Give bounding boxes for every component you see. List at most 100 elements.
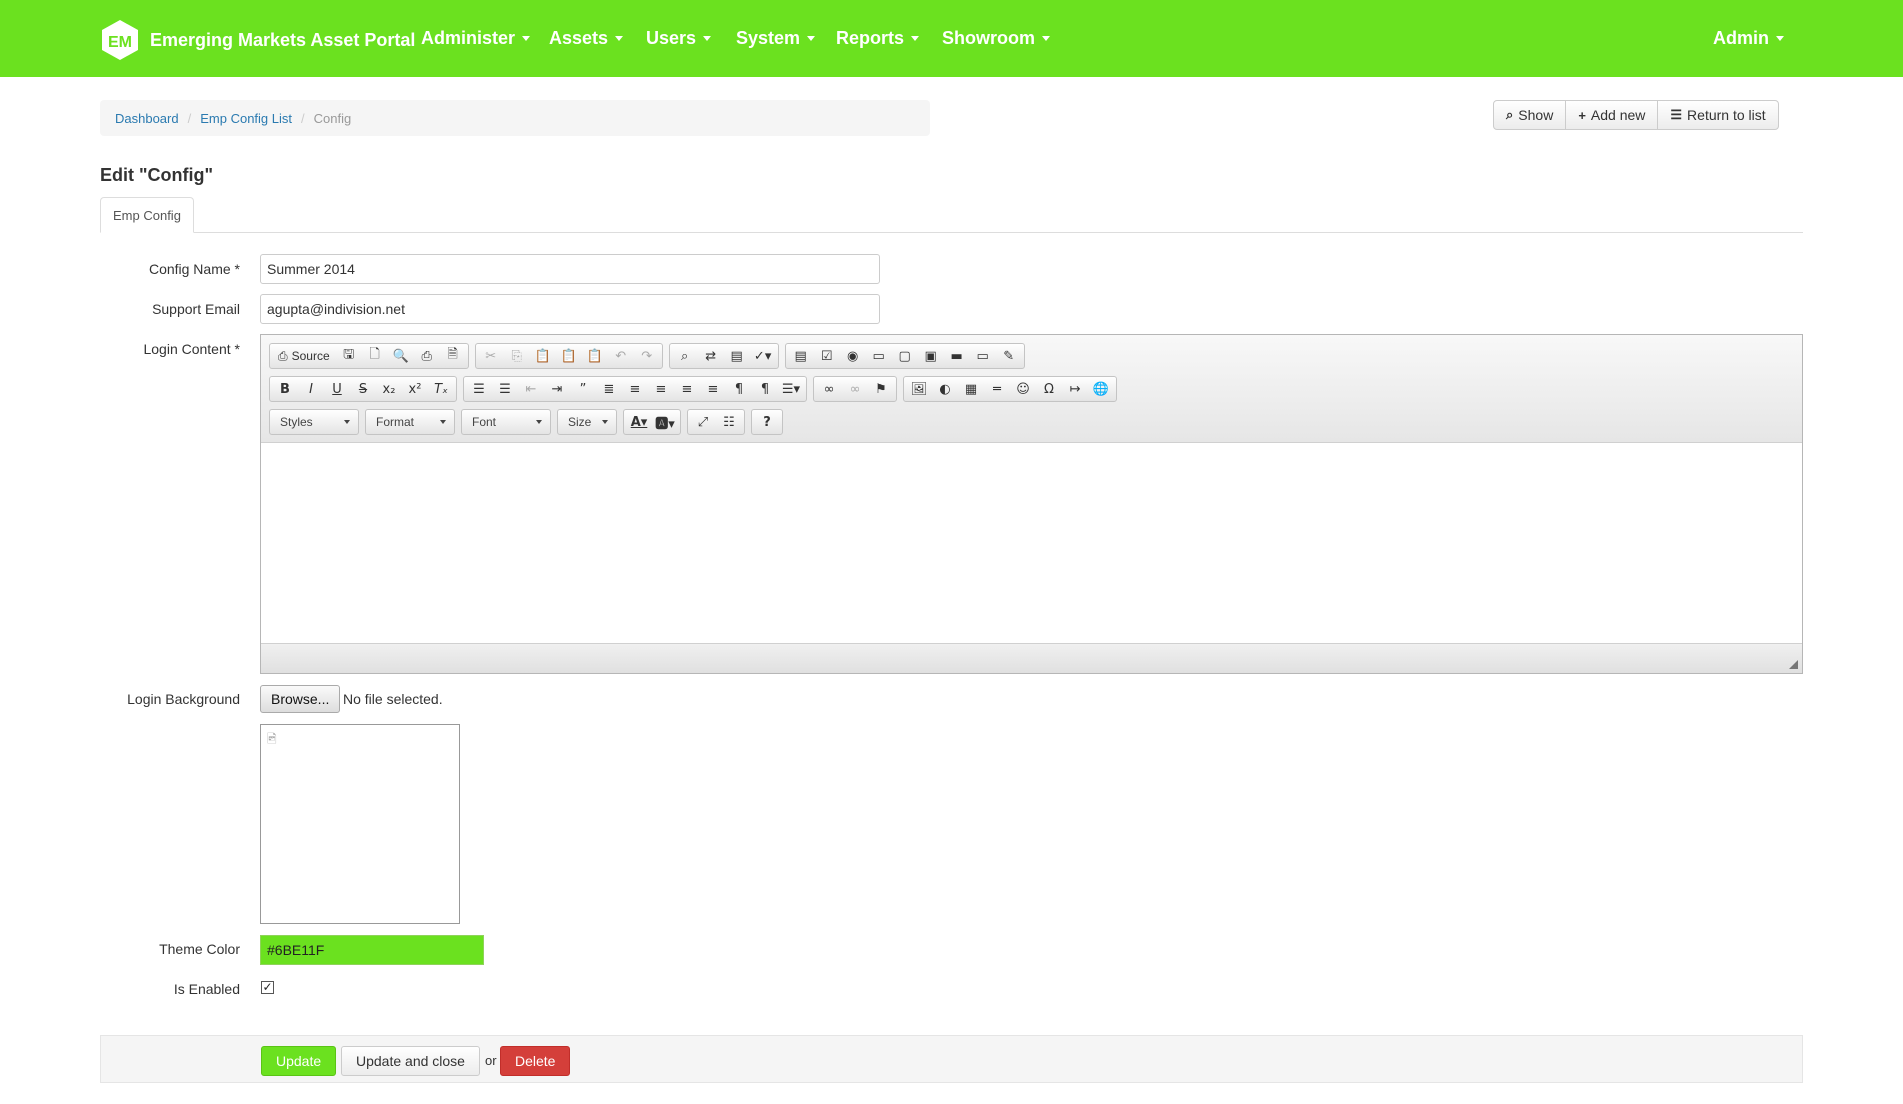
select-all-icon[interactable]: ▤ (724, 345, 750, 367)
hidden-field-icon[interactable]: ✎ (996, 345, 1022, 367)
size-dropdown[interactable]: Size (557, 409, 617, 435)
maximize-icon[interactable]: ⤢ (690, 411, 716, 433)
editor-content-area[interactable] (261, 443, 1802, 643)
cut-icon[interactable]: ✂ (478, 345, 504, 367)
nav-showroom[interactable]: Showroom (942, 28, 1050, 49)
align-right-icon[interactable]: ≡ (674, 378, 700, 400)
help-icon[interactable]: ? (754, 411, 780, 433)
rtl-icon[interactable]: ¶ (752, 378, 778, 400)
italic-icon[interactable]: I (298, 378, 324, 400)
blockquote-icon[interactable]: ” (570, 378, 596, 400)
radio-icon[interactable]: ◉ (840, 345, 866, 367)
form-actions: Update Update and close or Delete (100, 1035, 1803, 1083)
unlink-icon[interactable]: ∞ (842, 378, 868, 400)
tab-emp-config[interactable]: Emp Config (100, 197, 194, 233)
browse-button[interactable]: Browse... (260, 685, 341, 713)
bulleted-list-icon[interactable]: ☰ (492, 378, 518, 400)
replace-icon[interactable]: ⇄ (698, 345, 724, 367)
checkbox-icon[interactable]: ☑ (814, 345, 840, 367)
toolbar-group-paragraph: ☰ ☰ ⇤ ⇥ ” ≣ ≡ ≡ ≡ ≡ ¶ ¶ ☰▾ (463, 376, 807, 402)
underline-icon[interactable]: U (324, 378, 350, 400)
page-break-icon[interactable]: ↦ (1062, 378, 1088, 400)
copy-icon[interactable]: ⎘ (504, 345, 530, 367)
styles-dropdown[interactable]: Styles (269, 409, 359, 435)
svg-text:EM: EM (108, 34, 132, 51)
iframe-globe-icon[interactable]: 🌐 (1088, 378, 1114, 400)
font-dropdown[interactable]: Font (461, 409, 551, 435)
language-icon[interactable]: ☰▾ (778, 378, 804, 400)
update-and-close-button[interactable]: Update and close (341, 1046, 480, 1076)
ltr-icon[interactable]: ¶ (726, 378, 752, 400)
breadcrumb-dashboard[interactable]: Dashboard (115, 111, 179, 126)
print-icon[interactable]: ⎙ (414, 345, 440, 367)
resize-handle-icon[interactable] (1789, 660, 1798, 669)
strike-icon[interactable]: S (350, 378, 376, 400)
add-new-button[interactable]: + Add new (1565, 100, 1659, 130)
indent-icon[interactable]: ⇥ (544, 378, 570, 400)
show-blocks-icon[interactable]: ☷ (716, 411, 742, 433)
select-field-icon[interactable]: ▣ (918, 345, 944, 367)
justify-icon[interactable]: ≡ (700, 378, 726, 400)
undo-icon[interactable]: ↶ (608, 345, 634, 367)
numbered-list-icon[interactable]: ☰ (466, 378, 492, 400)
div-icon[interactable]: ≣ (596, 378, 622, 400)
breadcrumb-emp-config-list[interactable]: Emp Config List (200, 111, 292, 126)
config-name-input[interactable] (260, 254, 880, 284)
table-icon[interactable]: ▦ (958, 378, 984, 400)
paste-text-icon[interactable]: 📋 (556, 345, 582, 367)
save-icon[interactable]: 🖫 (336, 345, 362, 367)
textarea-icon[interactable]: ▢ (892, 345, 918, 367)
return-to-list-button[interactable]: ☰ Return to list (1657, 100, 1779, 130)
anchor-flag-icon[interactable]: ⚑ (868, 378, 894, 400)
nav-assets[interactable]: Assets (549, 28, 624, 49)
smiley-icon[interactable]: ☺ (1010, 378, 1036, 400)
text-field-icon[interactable]: ▭ (866, 345, 892, 367)
bg-color-icon[interactable]: 🅰▾ (652, 411, 678, 433)
spellcheck-icon[interactable]: ✓▾ (750, 345, 776, 367)
templates-icon[interactable]: 🗎 (440, 345, 466, 367)
align-left-icon[interactable]: ≡ (622, 378, 648, 400)
nav-user-admin[interactable]: Admin (1713, 28, 1784, 49)
size-label: Size (568, 415, 592, 429)
button-field-icon[interactable]: ▬ (944, 345, 970, 367)
special-char-icon[interactable]: Ω (1036, 378, 1062, 400)
bold-icon[interactable]: B (272, 378, 298, 400)
brand[interactable]: EM Emerging Markets Asset Portal (98, 18, 415, 62)
new-page-icon[interactable]: 🗋 (362, 345, 388, 367)
nav-users[interactable]: Users (646, 28, 712, 49)
is-enabled-checkbox[interactable]: ✓ (261, 981, 274, 994)
font-label: Font (472, 415, 497, 429)
redo-icon[interactable]: ↷ (634, 345, 660, 367)
remove-format-icon[interactable]: Tₓ (428, 378, 454, 400)
paste-icon[interactable]: 📋 (530, 345, 556, 367)
theme-color-input[interactable] (260, 935, 484, 965)
find-icon[interactable]: ⌕ (672, 345, 698, 367)
format-dropdown[interactable]: Format (365, 409, 455, 435)
image-button-icon[interactable]: ▭ (970, 345, 996, 367)
horizontal-line-icon[interactable]: ═ (984, 378, 1010, 400)
image-icon[interactable]: 🖼 (906, 378, 932, 400)
form-icon[interactable]: ▤ (788, 345, 814, 367)
subscript-icon[interactable]: x₂ (376, 378, 402, 400)
show-button[interactable]: ⌕ Show (1493, 100, 1567, 130)
preview-icon[interactable]: 🔍 (388, 345, 414, 367)
superscript-icon[interactable]: x² (402, 378, 428, 400)
login-content-label: Login Content * (143, 341, 240, 357)
outdent-icon[interactable]: ⇤ (518, 378, 544, 400)
editor-toolbar: ⎙ Source 🖫 🗋 🔍 ⎙ 🗎 ✂ ⎘ 📋 📋 📋 ↶ ↷ ⌕ ⇄ ▤ ✓… (261, 335, 1802, 443)
brand-title: Emerging Markets Asset Portal (150, 29, 416, 50)
caret-down-icon (703, 36, 712, 41)
paste-word-icon[interactable]: 📋 (582, 345, 608, 367)
support-email-input[interactable] (260, 294, 880, 324)
nav-system[interactable]: System (736, 28, 816, 49)
update-button[interactable]: Update (261, 1046, 337, 1076)
delete-button[interactable]: Delete (500, 1046, 571, 1076)
toolbar-group-document: ⎙ Source 🖫 🗋 🔍 ⎙ 🗎 (269, 343, 469, 369)
nav-reports[interactable]: Reports (836, 28, 920, 49)
flash-icon[interactable]: ◐ (932, 378, 958, 400)
nav-administer[interactable]: Administer (421, 28, 531, 49)
text-color-icon[interactable]: A▾ (626, 411, 652, 433)
source-button[interactable]: ⎙ Source (272, 345, 336, 367)
link-icon[interactable]: ∞ (816, 378, 842, 400)
align-center-icon[interactable]: ≡ (648, 378, 674, 400)
